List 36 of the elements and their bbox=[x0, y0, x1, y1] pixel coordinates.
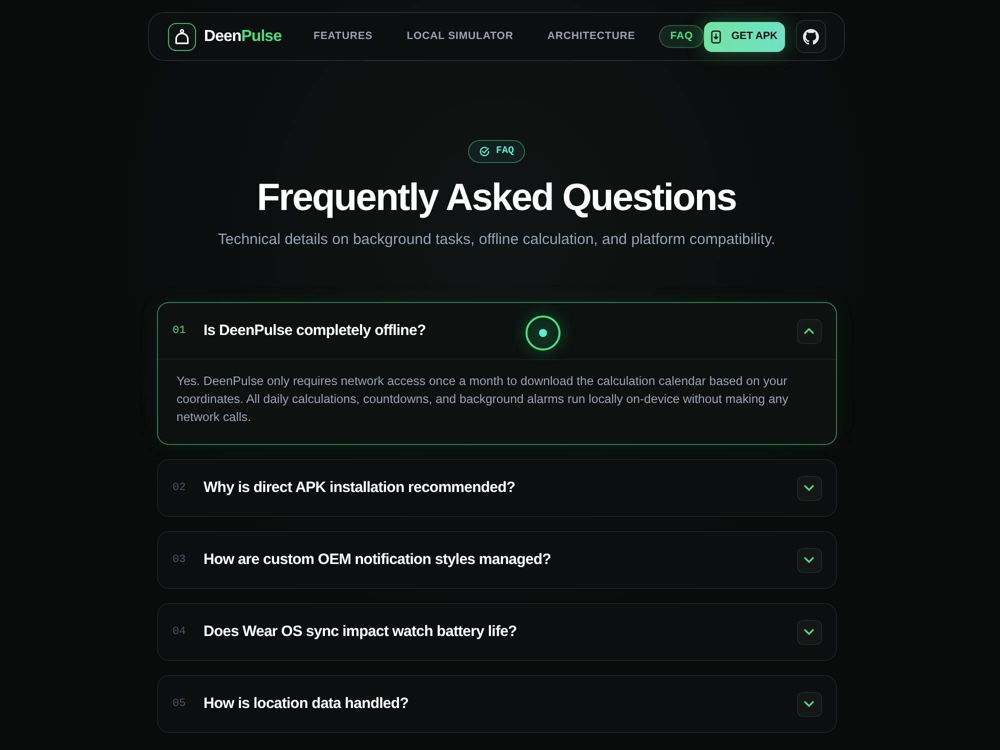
nav-link[interactable]: FEATURES bbox=[304, 25, 383, 48]
nav-link[interactable]: FAQ bbox=[659, 25, 704, 48]
toggle-button[interactable] bbox=[796, 476, 822, 500]
logo-icon[interactable] bbox=[168, 22, 196, 50]
question-text[interactable]: Is DeenPulse completely offline? bbox=[204, 320, 426, 342]
nav-link[interactable]: ARCHITECTURE bbox=[537, 25, 646, 48]
chevron-down-icon bbox=[804, 557, 814, 563]
question-text[interactable]: How is location data handled? bbox=[204, 692, 408, 716]
toggle-button[interactable] bbox=[796, 548, 822, 572]
answer-text: Yes. DeenPulse only requires network access once a month to download the calculation calendar based on your coordinates. All daily calculations, countdowns, and background alarms run locally on-device without making any network calls. bbox=[176, 373, 790, 426]
chevron-down-icon bbox=[804, 485, 814, 491]
section-title: Frequently Asked Questions bbox=[256, 176, 736, 220]
chevron-down-icon bbox=[804, 629, 814, 635]
question-number: 05 bbox=[172, 696, 187, 712]
question-text[interactable]: Does Wear OS sync impact watch battery life? bbox=[204, 620, 517, 644]
toggle-button[interactable] bbox=[796, 318, 822, 344]
question-number: 01 bbox=[172, 324, 187, 339]
phone-download-icon bbox=[711, 30, 722, 44]
question-text[interactable]: Why is direct APK installation recommended? bbox=[204, 476, 516, 500]
toggle-button[interactable] bbox=[796, 620, 822, 644]
chevron-down-icon bbox=[804, 701, 814, 707]
chevron-up-icon bbox=[804, 328, 814, 334]
github-icon bbox=[802, 28, 819, 44]
ring-dot-icon bbox=[525, 315, 561, 351]
github-button[interactable] bbox=[796, 20, 826, 53]
brand-name[interactable]: DeenPulse bbox=[204, 24, 282, 48]
section-subtitle: Technical details on background tasks, offline calculation, and platform compatibility. bbox=[218, 230, 776, 250]
section-badge: FAQ bbox=[468, 140, 525, 163]
question-number: 02 bbox=[172, 480, 187, 496]
get-apk-button[interactable]: GET APK bbox=[704, 22, 785, 52]
question-number: 03 bbox=[172, 552, 187, 568]
question-number: 04 bbox=[172, 624, 187, 640]
nav-link[interactable]: LOCAL SIMULATOR bbox=[396, 25, 524, 48]
toggle-button[interactable] bbox=[796, 692, 822, 716]
question-text[interactable]: How are custom OEM notification styles managed? bbox=[204, 548, 551, 572]
check-circle-icon bbox=[478, 146, 490, 157]
